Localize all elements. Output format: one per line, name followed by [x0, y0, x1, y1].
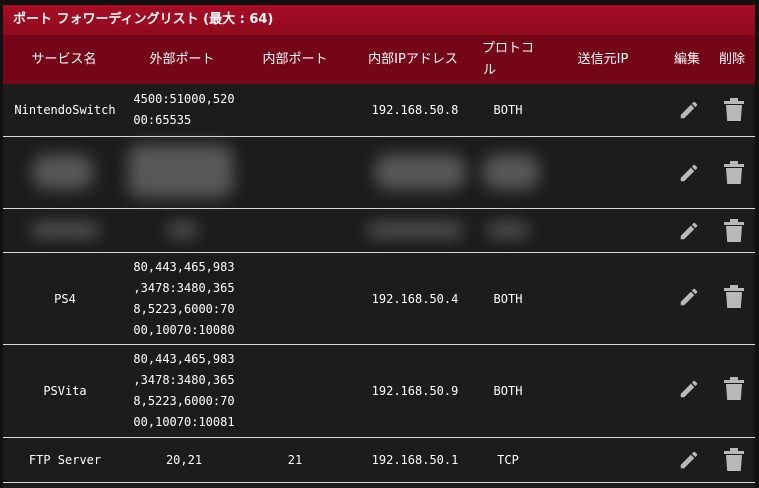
redacted-external-port	[168, 223, 198, 237]
column-header-source-ip: 送信元IP	[577, 51, 629, 67]
delete-button[interactable]	[720, 159, 748, 187]
service-name: NintendoSwitch	[14, 103, 116, 117]
trash-icon	[724, 98, 744, 121]
table-row: FTP Server 20,21 21 192.168.50.1 TCP	[3, 438, 755, 483]
pencil-icon	[680, 222, 698, 240]
delete-button[interactable]	[720, 283, 748, 311]
redacted-protocol	[483, 155, 539, 189]
external-port-line: 8,5223,6000:70	[133, 301, 235, 316]
protocol: BOTH	[493, 384, 523, 398]
external-port-line: ,3478:3480,365	[133, 373, 235, 387]
source-ip	[541, 438, 665, 482]
external-port-line: 00:65535	[133, 113, 192, 127]
column-header-delete: 削除	[718, 51, 745, 67]
column-header-internal-port: 内部ポート	[262, 51, 328, 67]
internal-ip: 192.168.50.9	[371, 384, 459, 398]
edit-button[interactable]	[675, 446, 703, 474]
trash-icon	[724, 448, 744, 471]
external-port: 80,443,465,983 ,3478:3480,365 8,5223,600…	[127, 345, 241, 437]
trash-icon	[724, 377, 744, 400]
source-ip	[541, 345, 665, 437]
column-header-protocol: プロトコ ル	[475, 35, 541, 84]
trash-icon	[724, 285, 744, 308]
column-header-internal-ip: 内部IPアドレス	[368, 51, 458, 67]
redacted-protocol	[488, 223, 528, 237]
pencil-icon	[680, 101, 698, 119]
port-forwarding-list-title: ポート フォワーディングリスト (最大 : 64)	[3, 5, 755, 35]
edit-button[interactable]	[675, 283, 703, 311]
pencil-icon	[680, 380, 698, 398]
edit-button[interactable]	[675, 96, 703, 124]
redacted-service-name	[33, 155, 93, 189]
internal-port	[239, 253, 351, 344]
column-header-external-port: 外部ポート	[149, 51, 215, 67]
pencil-icon	[680, 451, 698, 469]
trash-icon	[724, 219, 744, 242]
external-port-line: ,3478:3480,365	[133, 280, 235, 295]
external-port: 20,21	[165, 453, 203, 467]
delete-button[interactable]	[720, 446, 748, 474]
internal-ip: 192.168.50.8	[371, 103, 459, 117]
edit-button[interactable]	[675, 375, 703, 403]
external-port-line: 8,5223,6000:70	[133, 394, 235, 408]
protocol: BOTH	[493, 291, 523, 306]
internal-port	[239, 345, 351, 437]
external-port-line: 80,443,465,983	[133, 352, 235, 366]
external-port-line: 80,443,465,983	[133, 259, 235, 274]
column-header-protocol-line2: ル	[483, 62, 497, 78]
service-name: PS4	[54, 291, 76, 306]
service-name: FTP Server	[28, 453, 102, 467]
column-header-protocol-line1: プロトコ	[481, 40, 534, 56]
source-ip	[541, 253, 665, 344]
service-name: PSVita	[43, 384, 87, 398]
protocol: BOTH	[493, 103, 523, 117]
pencil-icon	[680, 164, 698, 182]
edit-button[interactable]	[675, 217, 703, 245]
pencil-icon	[680, 288, 698, 306]
internal-port	[239, 84, 351, 136]
redacted-external-port	[128, 145, 233, 197]
edit-button[interactable]	[675, 159, 703, 187]
external-port-line: 4500:51000,520	[133, 92, 235, 106]
delete-button[interactable]	[720, 96, 748, 124]
protocol: TCP	[497, 453, 519, 467]
table-row: PS4 80,443,465,983 ,3478:3480,365 8,5223…	[3, 253, 755, 345]
internal-ip: 192.168.50.1	[371, 453, 459, 467]
column-header-service-name: サービス名	[31, 51, 97, 67]
external-port-line: 00,10070:10081	[133, 415, 235, 429]
external-port-line: 00,10070:10080	[133, 322, 235, 337]
table-row-redacted	[3, 137, 755, 209]
table-row: PSVita 80,443,465,983 ,3478:3480,365 8,5…	[3, 345, 755, 438]
table-row-redacted	[3, 209, 755, 253]
internal-port: 21	[287, 453, 303, 467]
redacted-service-name	[31, 223, 99, 237]
column-header-edit: 編集	[673, 51, 700, 67]
table-row: NintendoSwitch 4500:51000,520 00:65535 1…	[3, 84, 755, 137]
redacted-internal-ip	[368, 223, 463, 237]
external-port: 4500:51000,520 00:65535	[127, 84, 241, 136]
delete-button[interactable]	[720, 375, 748, 403]
external-port: 80,443,465,983 ,3478:3480,365 8,5223,600…	[127, 253, 241, 344]
table-header: サービス名 外部ポート 内部ポート 内部IPアドレス プロトコ ル 送信元IP …	[3, 35, 755, 84]
redacted-internal-ip	[375, 155, 465, 189]
internal-ip: 192.168.50.4	[371, 291, 459, 306]
trash-icon	[724, 161, 744, 184]
delete-button[interactable]	[720, 217, 748, 245]
source-ip	[541, 84, 665, 136]
